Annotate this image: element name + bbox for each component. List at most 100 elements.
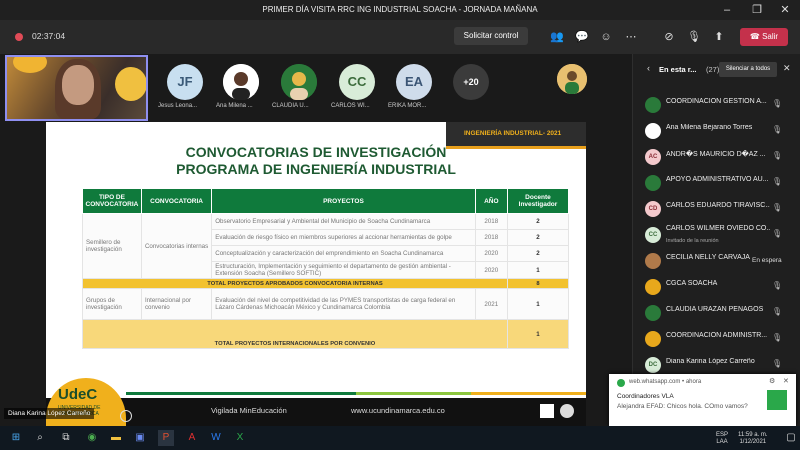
person-face	[62, 65, 94, 105]
participant-name: APOYO ADMINISTRATIVO AU...	[666, 176, 769, 183]
total-label: TOTAL PROYECTOS APROBADOS CONVOCATORIA I…	[82, 278, 508, 289]
leave-button[interactable]: ☎ Salir	[740, 28, 788, 46]
participant-tile[interactable]: JF	[165, 64, 205, 100]
pdf-icon[interactable]: A	[184, 430, 200, 446]
avatar: AC	[645, 149, 661, 165]
clock-time: 11:59 a. m.	[738, 432, 768, 438]
table-row: Grupos de investigación Internacional po…	[82, 288, 570, 320]
participant-tile[interactable]	[552, 64, 592, 94]
mic-off-icon: 🎙	[772, 177, 783, 186]
mic-off-icon: 🎙	[772, 333, 783, 342]
back-chevron-icon[interactable]: ‹	[647, 63, 650, 73]
meeting-toolbar: 02:37:04 Solicitar control 👥 💬 ☺ ⋯ ⊘ 🎙 ⬆…	[0, 20, 800, 54]
mic-off-icon: 🎙	[772, 151, 783, 160]
table-header-row: TIPO DE CONVOCATORIA CONVOCATORIA PROYEC…	[82, 188, 570, 214]
anio-cell: 2018	[474, 213, 508, 230]
participant-name: CLAUDIA URAZAN PENAGOS	[666, 306, 764, 313]
avatar	[645, 97, 661, 113]
participant-tile[interactable]: CC	[337, 64, 377, 100]
slide-title: CONVOCATORIAS DE INVESTIGACIÓN PROGRAMA …	[46, 144, 586, 178]
participant-name: CLAUDIA U...	[272, 103, 309, 109]
avatar	[645, 279, 661, 295]
settings-icon[interactable]: ⚙	[769, 377, 775, 385]
mic-off-icon[interactable]: 🎙	[685, 28, 703, 46]
more-icon[interactable]: ⋯	[622, 28, 640, 46]
share-icon[interactable]: ⬆	[710, 28, 728, 46]
participant-role: Invitado de la reunión	[666, 238, 719, 244]
close-icon[interactable]: ✕	[772, 2, 798, 18]
participant-list-item[interactable]: CGCA SOACHA 🎙	[632, 275, 800, 299]
search-icon[interactable]: ⌕	[32, 430, 48, 446]
participant-tile[interactable]	[279, 64, 319, 100]
footer-vigilada: Vigilada MinEducación	[211, 406, 287, 415]
participant-tile[interactable]	[221, 64, 261, 100]
more-participants-tile[interactable]: +20	[451, 64, 491, 100]
teams-icon[interactable]: ▣	[132, 430, 148, 446]
close-icon[interactable]: ✕	[783, 377, 789, 385]
people-icon[interactable]: 👥	[548, 28, 566, 46]
participant-list-item[interactable]: COORDINACIÓN GESTIÓN A... 🎙	[632, 93, 800, 117]
avatar	[645, 123, 661, 139]
column-header: PROYECTOS	[211, 188, 476, 214]
mic-off-icon: 🎙	[772, 307, 783, 316]
participant-name: CARLOS EDUARDO TIRAVISC...	[666, 202, 770, 209]
avatar: EA	[396, 64, 432, 100]
language-indicator[interactable]: ESP LAA	[716, 432, 728, 446]
background-decor	[13, 57, 47, 73]
participant-list-item[interactable]: CD CARLOS EDUARDO TIRAVISC... 🎙	[632, 197, 800, 221]
participant-name: Jesus Leona...	[158, 103, 198, 109]
chat-icon[interactable]: 💬	[573, 28, 591, 46]
participant-list-item[interactable]: CECILIA NELLY CARVAJAL ...En espera	[632, 249, 800, 273]
restore-icon[interactable]: ❐	[744, 2, 770, 18]
participant-tile[interactable]: EA	[394, 64, 434, 100]
participant-name: CARLOS WI...	[331, 103, 370, 109]
self-video-tile[interactable]	[5, 55, 148, 121]
clock[interactable]: 11:59 a. m. 1/12/2021	[738, 432, 768, 446]
minimize-icon[interactable]: –	[714, 2, 740, 18]
mic-off-icon: 🎙	[772, 125, 783, 134]
file-explorer-icon[interactable]: ▬	[108, 430, 124, 446]
participant-list-item[interactable]: CLAUDIA URAZAN PENAGOS 🎙	[632, 301, 800, 325]
toast-title: Coordinadores VLA	[617, 393, 674, 400]
mute-all-button[interactable]: Silenciar a todos	[719, 62, 777, 77]
proyecto-cell: Observatorio Empresarial y Ambiental del…	[211, 213, 476, 230]
chrome-icon[interactable]: ◉	[84, 430, 100, 446]
toast-message: Alejandra EFAD: Chicos hola. COmo vamos?	[617, 403, 748, 410]
reactions-icon[interactable]: ☺	[597, 28, 615, 46]
participant-list-item[interactable]: APOYO ADMINISTRATIVO AU... 🎙	[632, 171, 800, 195]
avatar	[645, 305, 661, 321]
excel-icon[interactable]: X	[232, 430, 248, 446]
mic-off-icon: 🎙	[772, 359, 783, 368]
participant-list-item[interactable]: CC CARLOS WILMER OVIEDO CO... Invitado de …	[632, 223, 800, 247]
lang2: LAA	[716, 439, 728, 445]
participant-list-item[interactable]: AC ANDR�S MAURICIO D�AZ ... 🎙	[632, 145, 800, 169]
anio-cell: 2020	[474, 245, 508, 262]
avatar: CC	[645, 227, 661, 243]
request-control-button[interactable]: Solicitar control	[454, 27, 528, 45]
notification-toast[interactable]: web.whatsapp.com • ahora ⚙ ✕ Coordinador…	[609, 374, 796, 426]
windows-start-icon[interactable]: ⊞	[8, 430, 24, 446]
camera-off-icon[interactable]: ⊘	[660, 28, 678, 46]
participant-name: COORDINACIÓN ADMINISTR...	[666, 332, 768, 339]
avatar	[223, 64, 259, 100]
slide-title-line1: CONVOCATORIAS DE INVESTIGACIÓN	[185, 144, 447, 160]
mic-off-icon: 🎙	[772, 281, 783, 290]
person-photo-icon	[557, 64, 587, 94]
task-view-icon[interactable]: ⧉	[58, 430, 74, 446]
shared-slide: INGENIERÍA INDUSTRIAL- 2021 CONVOCATORIA…	[46, 122, 586, 398]
person-photo-icon	[223, 64, 259, 100]
more-participants-count: +20	[453, 64, 489, 100]
word-icon[interactable]: W	[208, 430, 224, 446]
participant-list-item[interactable]: COORDINACIÓN ADMINISTR... 🎙	[632, 327, 800, 351]
phone-icon: ☎	[749, 32, 760, 41]
taskbar: ⊞ ⌕ ⧉ ◉ ▬ ▣ P A W X ESP LAA 11:59 a. m. 1/…	[0, 426, 800, 450]
certification-icon	[540, 404, 554, 418]
avatar	[645, 253, 661, 269]
participant-list-item[interactable]: Ana Milena Bejarano Torres 🎙	[632, 119, 800, 143]
recording-icon	[15, 33, 23, 41]
powerpoint-icon[interactable]: P	[158, 430, 174, 446]
participant-name: ERIKA MOR...	[388, 103, 427, 109]
close-panel-icon[interactable]: ✕	[783, 63, 791, 74]
notifications-icon[interactable]: ▢	[783, 430, 799, 446]
table-row: Semillero de investigación Convocatorias…	[82, 213, 570, 279]
